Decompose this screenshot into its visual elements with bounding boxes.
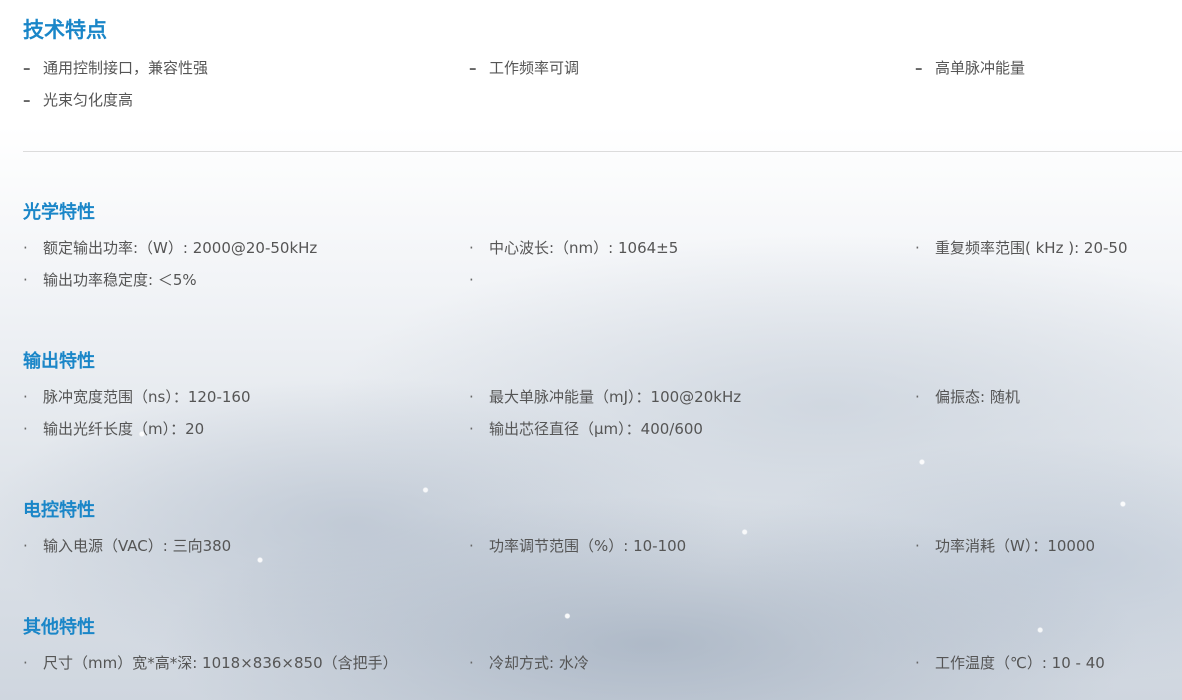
feature-item: – 通用控制接口，兼容性强 [23, 57, 208, 79]
spec-item: · 额定输出功率:（W）: 2000@20-50kHz [23, 237, 317, 259]
feature-text: 光束匀化度高 [43, 91, 134, 109]
dash-bullet-icon: – [915, 59, 923, 77]
dash-bullet-icon: – [469, 59, 477, 77]
spec-text: 脉冲宽度范围（ns）：120-160 [43, 388, 251, 406]
dot-bullet-icon: · [915, 537, 920, 555]
spec-text: 中心波长:（nm）: 1064±5 [489, 239, 679, 257]
spec-item: · 脉冲宽度范围（ns）：120-160 [23, 386, 251, 408]
optical-row-1: · 额定输出功率:（W）: 2000@20-50kHz · 中心波长:（nm）: 1… [23, 237, 1182, 259]
spec-item: · 功率调节范围（%）: 10-100 [469, 535, 686, 557]
dash-bullet-icon: – [23, 91, 31, 109]
dot-bullet-icon: · [469, 420, 474, 438]
spec-item: · 冷却方式: 水冷 [469, 652, 589, 674]
features-row-2: – 光束匀化度高 [23, 89, 1182, 111]
feature-text: 工作频率可调 [489, 59, 580, 77]
spec-text: 重复频率范围( kHz ): 20-50 [935, 239, 1128, 257]
spec-content: 技术特点 – 通用控制接口，兼容性强 – 工作频率可调 – 高单脉冲能量 – 光束匀化度… [23, 0, 1182, 700]
spec-item: · 尺寸（mm）宽*高*深: 1018×836×850（含把手） [23, 652, 398, 674]
dot-bullet-icon: · [23, 388, 28, 406]
feature-item: – 光束匀化度高 [23, 89, 133, 111]
features-row-1: – 通用控制接口，兼容性强 – 工作频率可调 – 高单脉冲能量 [23, 57, 1182, 79]
spec-item: · [469, 269, 489, 291]
spec-item: · 最大单脉冲能量（mJ）：100@20kHz [469, 386, 741, 408]
spec-text: 输入电源（VAC）: 三向380 [43, 537, 232, 555]
dot-bullet-icon: · [915, 239, 920, 257]
output-row-1: · 脉冲宽度范围（ns）：120-160 · 最大单脉冲能量（mJ）：100@20k… [23, 386, 1182, 408]
spec-item: · 输入电源（VAC）: 三向380 [23, 535, 231, 557]
feature-text: 高单脉冲能量 [935, 59, 1026, 77]
spec-text: 偏振态: 随机 [935, 388, 1020, 406]
spec-text: 输出芯径直径（μm）：400/600 [489, 420, 703, 438]
dash-bullet-icon: – [23, 59, 31, 77]
other-row-1: · 尺寸（mm）宽*高*深: 1018×836×850（含把手） · 冷却方式: 水… [23, 652, 1182, 674]
spec-item: · 输出光纤长度（m）：20 [23, 418, 204, 440]
spec-text: 额定输出功率:（W）: 2000@20-50kHz [43, 239, 318, 257]
spec-item: · 中心波长:（nm）: 1064±5 [469, 237, 678, 259]
spec-text: 最大单脉冲能量（mJ）：100@20kHz [489, 388, 742, 406]
dot-bullet-icon: · [23, 239, 28, 257]
dot-bullet-icon: · [915, 388, 920, 406]
feature-text: 通用控制接口，兼容性强 [43, 59, 209, 77]
spec-text: 输出光纤长度（m）：20 [43, 420, 205, 438]
spec-item: · 工作温度（℃）: 10 - 40 [915, 652, 1105, 674]
output-heading: 输出特性 [23, 351, 95, 372]
spec-text: 功率调节范围（%）: 10-100 [489, 537, 687, 555]
dot-bullet-icon: · [469, 537, 474, 555]
optical-heading: 光学特性 [23, 202, 95, 223]
electrical-heading: 电控特性 [23, 500, 95, 521]
spec-item: · 功率消耗（W）：10000 [915, 535, 1095, 557]
spec-item: · 重复频率范围( kHz ): 20-50 [915, 237, 1128, 259]
other-heading: 其他特性 [23, 617, 95, 638]
dot-bullet-icon: · [23, 537, 28, 555]
spec-text: 功率消耗（W）：10000 [935, 537, 1096, 555]
feature-item: – 工作频率可调 [469, 57, 579, 79]
output-row-2: · 输出光纤长度（m）：20 · 输出芯径直径（μm）：400/600 [23, 418, 1182, 440]
dot-bullet-icon: · [23, 654, 28, 672]
dot-bullet-icon: · [469, 388, 474, 406]
spec-item: · 输出芯径直径（μm）：400/600 [469, 418, 703, 440]
dot-bullet-icon: · [469, 239, 474, 257]
spec-text: 冷却方式: 水冷 [489, 654, 589, 672]
dot-bullet-icon: · [23, 420, 28, 438]
spec-text: 输出功率稳定度: ＜5% [43, 271, 197, 289]
spec-item: · 偏振态: 随机 [915, 386, 1020, 408]
feature-item: – 高单脉冲能量 [915, 57, 1025, 79]
optical-row-2: · 输出功率稳定度: ＜5% · [23, 269, 1182, 291]
spec-item: · 输出功率稳定度: ＜5% [23, 269, 197, 291]
dot-bullet-icon: · [469, 271, 474, 289]
spec-text: 尺寸（mm）宽*高*深: 1018×836×850（含把手） [43, 654, 398, 672]
dot-bullet-icon: · [469, 654, 474, 672]
section-divider [23, 151, 1182, 152]
dot-bullet-icon: · [915, 654, 920, 672]
features-heading: 技术特点 [23, 18, 107, 42]
dot-bullet-icon: · [23, 271, 28, 289]
spec-text: 工作温度（℃）: 10 - 40 [935, 654, 1105, 672]
electrical-row-1: · 输入电源（VAC）: 三向380 · 功率调节范围（%）: 10-100 · 功率… [23, 535, 1182, 557]
